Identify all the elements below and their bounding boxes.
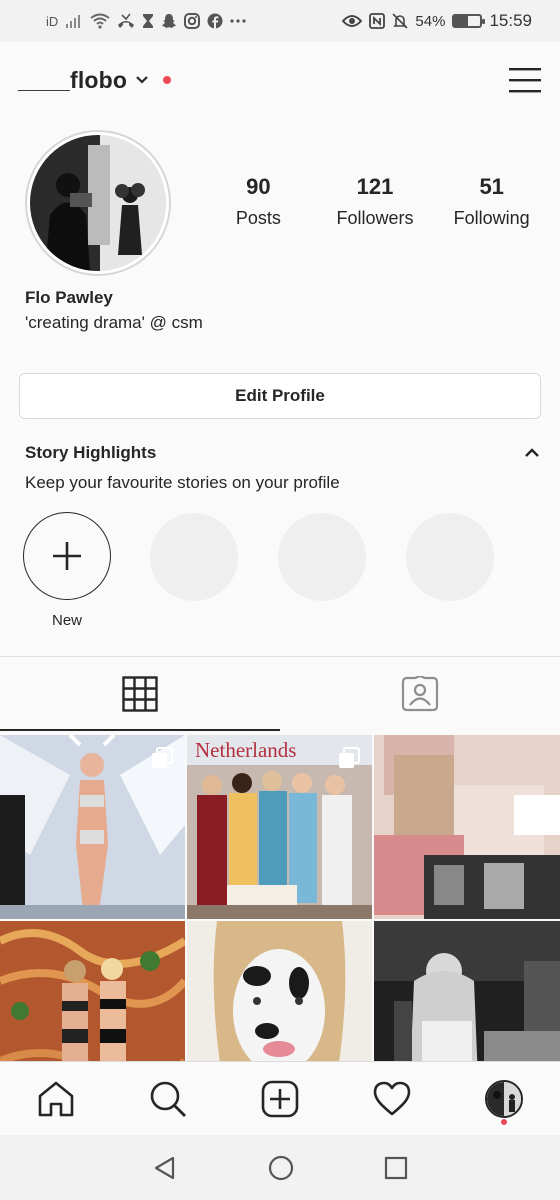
- chevron-up-icon[interactable]: [524, 448, 540, 458]
- grid-post[interactable]: Netherlands: [187, 735, 372, 919]
- username: ____flobo: [18, 66, 128, 93]
- followers-count: 121: [356, 174, 394, 199]
- nav-activity[interactable]: [362, 1069, 422, 1129]
- missed-call-icon: [118, 13, 135, 28]
- story-highlights-header[interactable]: Story Highlights: [25, 443, 540, 463]
- account-switcher[interactable]: ____flobo: [18, 66, 172, 94]
- more-icon: [230, 19, 246, 23]
- story-highlights-title: Story Highlights: [25, 443, 157, 462]
- carrier-label: iD: [46, 13, 59, 29]
- signal-icon: [66, 15, 81, 28]
- chevron-down-icon: [136, 76, 148, 84]
- grid-post[interactable]: [0, 921, 185, 1061]
- profile-avatar[interactable]: [25, 130, 171, 276]
- menu-icon[interactable]: [508, 65, 542, 95]
- search-icon: [150, 1081, 186, 1117]
- active-tab-indicator: [0, 729, 280, 731]
- mute-icon: [392, 13, 408, 29]
- carousel-icon: [339, 747, 360, 768]
- stat-followers[interactable]: 121 Followers: [317, 174, 434, 229]
- following-label: Following: [453, 208, 530, 228]
- home-icon: [38, 1081, 74, 1116]
- grid-post[interactable]: [187, 921, 372, 1061]
- stat-following[interactable]: 51 Following: [433, 174, 550, 229]
- home-circle-icon[interactable]: [268, 1155, 294, 1181]
- back-icon[interactable]: [152, 1155, 178, 1181]
- profile-bio: 'creating drama' @ csm: [25, 313, 203, 332]
- post-caption-text: Netherlands: [195, 738, 296, 762]
- snapchat-icon: [162, 14, 177, 28]
- posts-count: 90: [246, 174, 271, 199]
- story-highlights-subtitle: Keep your favourite stories on your prof…: [25, 473, 340, 492]
- grid-icon: [122, 676, 158, 712]
- nav-profile[interactable]: [474, 1069, 534, 1129]
- recents-icon[interactable]: [384, 1156, 408, 1180]
- following-count: 51: [479, 174, 504, 199]
- battery-percent: 54%: [415, 12, 446, 30]
- new-highlight-button[interactable]: [23, 512, 111, 600]
- profile-stats: 90 Posts 121 Followers 51 Following: [200, 174, 550, 229]
- highlight-placeholder: [150, 513, 238, 601]
- battery-icon: [452, 14, 486, 28]
- status-bar: iD 54% 15:59: [0, 0, 560, 42]
- profile-header: ____flobo: [0, 42, 560, 118]
- highlight-placeholder: [406, 513, 494, 601]
- avatar-photo: [30, 135, 166, 271]
- carousel-icon: [152, 747, 173, 768]
- bottom-navigation: [0, 1061, 560, 1135]
- instagram-icon: [184, 13, 201, 29]
- tab-tagged[interactable]: [280, 657, 560, 731]
- nav-search[interactable]: [138, 1069, 198, 1129]
- nav-home[interactable]: [26, 1069, 86, 1129]
- facebook-icon: [207, 13, 223, 29]
- notification-dot: [501, 1118, 507, 1125]
- add-post-icon: [261, 1080, 299, 1117]
- hourglass-icon: [143, 14, 154, 28]
- highlight-placeholder: [278, 513, 366, 601]
- clock: 15:59: [489, 11, 532, 30]
- grid-post[interactable]: [0, 735, 185, 919]
- tab-grid[interactable]: [0, 657, 280, 731]
- tagged-person-icon: [401, 676, 439, 712]
- system-navigation-bar: [0, 1135, 560, 1200]
- battery-level-fill: [454, 16, 469, 26]
- followers-label: Followers: [336, 208, 414, 228]
- profile-name: Flo Pawley: [25, 288, 113, 307]
- plus-icon: [53, 542, 81, 570]
- posts-label: Posts: [235, 208, 281, 228]
- eye-icon: [342, 15, 363, 27]
- edit-profile-button[interactable]: Edit Profile: [19, 373, 541, 419]
- grid-post[interactable]: [374, 921, 560, 1061]
- nfc-icon: [369, 13, 386, 29]
- new-highlight-label: New: [51, 612, 82, 629]
- stat-posts[interactable]: 90 Posts: [200, 174, 317, 229]
- nav-create[interactable]: [250, 1069, 310, 1129]
- notification-dot: [163, 76, 172, 84]
- grid-post[interactable]: [374, 735, 560, 919]
- profile-avatar-small: [485, 1079, 523, 1118]
- heart-icon: [373, 1081, 411, 1115]
- wifi-icon: [90, 13, 110, 29]
- posts-grid: Netherlands: [0, 735, 560, 1061]
